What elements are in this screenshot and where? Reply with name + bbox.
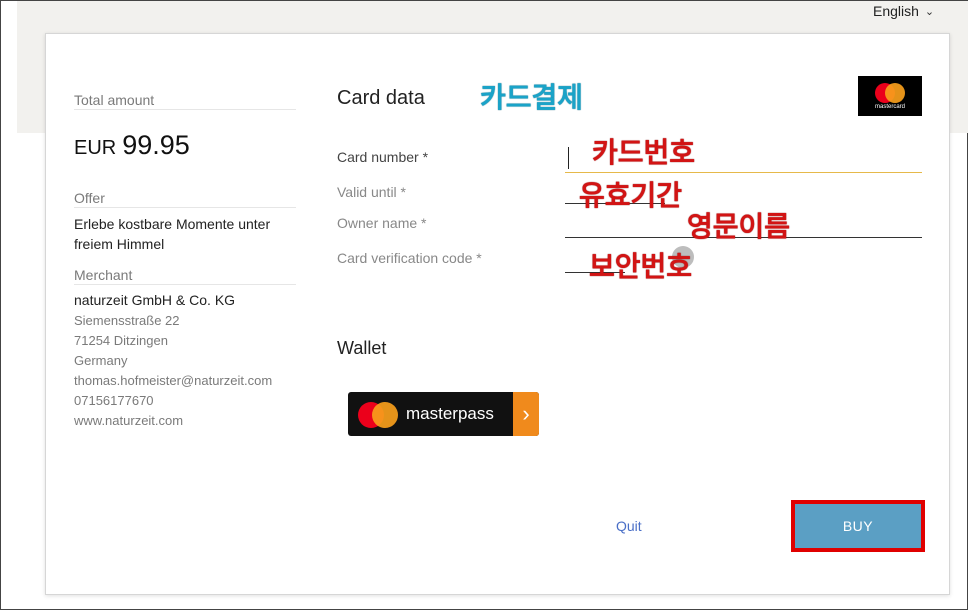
merchant-email: thomas.hofmeister@naturzeit.com: [74, 373, 273, 388]
annotation-validity: 유효기간: [579, 179, 683, 212]
offer-text: Erlebe kostbare Momente unter freiem Him…: [74, 216, 271, 252]
card-data-title: Card data: [337, 87, 425, 109]
annotation-english-name: 영문이름: [687, 210, 791, 243]
chevron-down-icon: ⌄: [924, 5, 935, 18]
annotation-card-payment: 카드결제: [480, 81, 584, 114]
merchant-country: Germany: [74, 353, 128, 368]
merchant-website: www.naturzeit.com: [74, 413, 184, 428]
mastercard-wordmark: mastercard: [874, 103, 905, 110]
owner-name-label: Owner name *: [337, 215, 427, 231]
annotation-card-number: 카드번호: [592, 136, 696, 169]
wallet-title: Wallet: [337, 338, 387, 358]
language-label: English: [873, 3, 919, 19]
total-amount: EUR 99.95: [74, 130, 190, 161]
mastercard-logo: mastercard: [858, 76, 922, 116]
masterpass-circles-icon: [358, 400, 402, 428]
annotation-security-code: 보안번호: [589, 250, 693, 283]
card-number-underline: [565, 172, 922, 173]
currency: EUR: [74, 137, 117, 159]
language-selector[interactable]: English ⌄: [873, 3, 934, 19]
browser-frame: English ⌄ Total amount EUR 99.95 Offer E…: [0, 0, 968, 610]
merchant-details: Siemensstraße 22 71254 Ditzingen Germany…: [74, 311, 272, 431]
merchant-name: naturzeit GmbH & Co. KG: [74, 292, 236, 308]
masterpass-button[interactable]: masterpass ›: [348, 392, 539, 436]
buy-button[interactable]: BUY: [795, 504, 921, 548]
merchant-street: Siemensstraße 22: [74, 313, 180, 328]
text-caret: [568, 147, 569, 169]
merchant-phone: 07156177670: [74, 393, 154, 408]
masterpass-label: masterpass: [406, 404, 494, 423]
quit-link[interactable]: Quit: [616, 518, 642, 534]
mastercard-circles-icon: [873, 82, 907, 103]
valid-until-label: Valid until *: [337, 184, 407, 200]
cvc-label: Card verification code *: [337, 250, 482, 266]
total-amount-label: Total amount: [74, 92, 296, 110]
offer-label: Offer: [74, 190, 296, 208]
amount-value: 99.95: [122, 130, 190, 160]
card-number-label: Card number *: [337, 149, 429, 165]
merchant-label: Merchant: [74, 267, 296, 285]
chevron-right-icon: ›: [513, 392, 539, 436]
merchant-city: 71254 Ditzingen: [74, 333, 168, 348]
buy-highlight-box: BUY: [791, 500, 925, 552]
payment-card: Total amount EUR 99.95 Offer Erlebe kost…: [45, 33, 950, 595]
